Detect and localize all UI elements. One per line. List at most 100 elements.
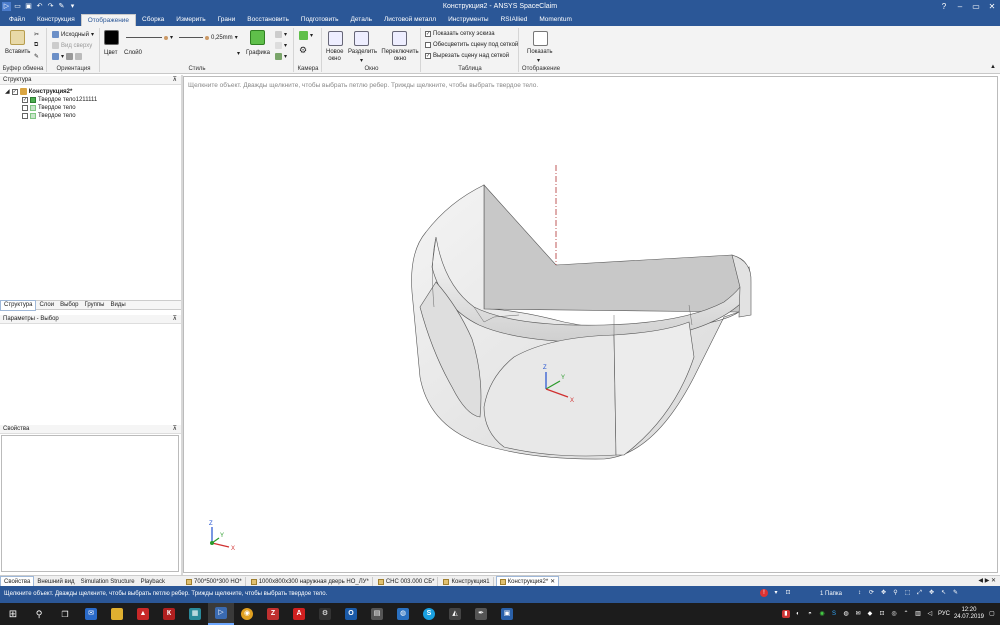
menu-tab[interactable]: Отображение — [80, 14, 137, 26]
color-swatch[interactable] — [104, 30, 119, 45]
filter-icon[interactable]: ⊡ — [784, 589, 792, 597]
taskbar-app[interactable]: ◉ — [234, 603, 260, 625]
switch-window-button[interactable]: Переключить окно — [381, 49, 419, 63]
model-canvas[interactable]: Z Y X Z Y X — [184, 77, 997, 572]
help-icon[interactable]: ? — [936, 0, 952, 13]
tray-icon[interactable]: ⊡ — [878, 610, 886, 618]
style-dropdown[interactable]: ▾ — [237, 50, 240, 57]
graphics-icon[interactable] — [250, 30, 265, 45]
taskbar-app[interactable] — [104, 603, 130, 625]
menu-tab[interactable]: Деталь — [345, 14, 379, 26]
format-painter-icon[interactable]: ✎ — [34, 53, 39, 60]
camera-settings-icon[interactable]: ⚙ — [299, 45, 307, 56]
zoom-icon[interactable] — [66, 53, 74, 60]
model-top-face[interactable] — [483, 184, 748, 313]
graphics-button[interactable]: Графика — [246, 50, 270, 56]
line-style-control[interactable]: ▾ — [126, 34, 173, 41]
switch-window-icon[interactable] — [392, 31, 407, 46]
zoom-extents-icon[interactable]: ⤢ — [915, 589, 924, 598]
chevron-up-icon[interactable]: ⌃ — [902, 610, 910, 618]
open-icon[interactable]: ▭ — [13, 2, 22, 11]
taskbar-app-spaceclaim[interactable]: ▷ — [208, 603, 234, 625]
taskbar-app[interactable]: ▦ — [182, 603, 208, 625]
menu-tab[interactable]: Momentum — [533, 14, 578, 26]
fade-scene-checkbox[interactable]: Обесцветить сцену под сеткой — [425, 42, 518, 48]
split-icon[interactable] — [354, 31, 369, 46]
pencil-icon[interactable]: ✎ — [951, 589, 960, 598]
tree-item[interactable]: ✓ Твердое тело1211111 — [22, 97, 97, 103]
panel-tab[interactable]: Playback — [138, 577, 168, 587]
task-view-button[interactable]: ❐ — [52, 603, 78, 625]
taskbar-app[interactable]: ▤ — [364, 603, 390, 625]
tray-icon[interactable]: ◎ — [890, 610, 898, 618]
collapse-icon[interactable]: ◢ — [5, 88, 10, 95]
tray-icon[interactable]: ◆ — [866, 610, 874, 618]
save-icon[interactable]: ▣ — [24, 2, 33, 11]
taskbar-app[interactable]: S — [416, 603, 442, 625]
close-icon[interactable]: ✕ — [984, 0, 1000, 13]
taskbar-app[interactable]: O — [338, 603, 364, 625]
tree-item[interactable]: Твердое тело — [22, 113, 76, 119]
structure-tab[interactable]: Выбор — [57, 301, 81, 310]
start-button[interactable]: ⊞ — [0, 603, 26, 625]
show-button[interactable]: Показать — [527, 49, 553, 55]
view-cube-icon[interactable] — [52, 53, 59, 60]
skype-tray-icon[interactable]: S — [830, 610, 838, 618]
new-window-button[interactable]: Новое окно — [326, 49, 343, 63]
ribbon-collapse-icon[interactable]: ▲ — [990, 64, 996, 70]
pan-icon[interactable]: ✥ — [879, 589, 888, 598]
display-style-icon[interactable]: ▾ — [275, 31, 287, 38]
taskbar-app[interactable]: Z — [260, 603, 286, 625]
split-button[interactable]: Разделить — [348, 49, 377, 55]
paste-icon[interactable] — [10, 30, 25, 45]
color-button[interactable]: Цвет — [104, 50, 117, 56]
close-tab-icon[interactable]: ✕ — [550, 577, 555, 587]
3d-viewport[interactable]: Щелкните объект. Дважды щелкните, чтобы … — [183, 76, 998, 573]
structure-tab[interactable]: Группы — [82, 301, 108, 310]
qat-dropdown-icon[interactable]: ▾ — [68, 2, 77, 11]
pan-icon[interactable] — [75, 53, 83, 60]
menu-tab[interactable]: Конструкция — [31, 14, 81, 26]
menu-tab[interactable]: Файл — [3, 14, 31, 26]
network-icon[interactable]: ▥ — [914, 610, 922, 618]
pin-icon[interactable]: ✎ — [57, 2, 66, 11]
layer-selector[interactable]: Слой0 — [124, 50, 142, 56]
undo-icon[interactable]: ↶ — [35, 2, 44, 11]
checkbox-icon[interactable]: ✓ — [22, 97, 28, 103]
taskbar-app[interactable]: A — [286, 603, 312, 625]
selection-icon[interactable]: ▾ — [772, 589, 780, 597]
structure-tab[interactable]: Виды — [108, 301, 129, 310]
split-dropdown[interactable]: ▾ — [360, 57, 363, 64]
minimize-icon[interactable]: – — [952, 0, 968, 13]
tray-icon[interactable]: ◓ — [806, 610, 814, 618]
lighting-icon[interactable]: ▾ — [275, 53, 287, 60]
redo-icon[interactable]: ↷ — [46, 2, 55, 11]
tray-icon[interactable]: ◐ — [794, 610, 802, 618]
tray-icon[interactable]: ✉ — [854, 610, 862, 618]
maximize-icon[interactable]: ▭ — [968, 0, 984, 13]
volume-icon[interactable]: ◁ — [926, 610, 934, 618]
menu-tab[interactable]: Листовой металл — [378, 14, 442, 26]
menu-tab[interactable]: Подготовить — [295, 14, 345, 26]
zoom-box-icon[interactable]: ⬚ — [903, 589, 912, 598]
transparency-icon[interactable]: ▾ — [275, 42, 287, 49]
properties-panel[interactable] — [1, 435, 179, 572]
menu-tab[interactable]: RSIAllied — [495, 14, 534, 26]
search-button[interactable]: ⚲ — [26, 603, 52, 625]
zoom-icon[interactable]: ⚲ — [891, 589, 900, 598]
taskbar-app[interactable]: ◭ — [442, 603, 468, 625]
tray-icon[interactable]: ◉ — [818, 610, 826, 618]
fit-icon[interactable]: ✥ — [927, 589, 936, 598]
show-icon[interactable] — [533, 31, 548, 46]
menu-tab[interactable]: Инструменты — [442, 14, 495, 26]
notifications-icon[interactable]: ▢ — [988, 610, 996, 618]
doc-tab-nav[interactable]: ◀ ▶ ✕ — [978, 576, 996, 586]
document-tab[interactable]: 1000x800x300 наружная дверь НО_ЛУ* — [248, 576, 373, 587]
app-menu-icon[interactable]: ▷ — [2, 2, 11, 11]
menu-tab[interactable]: Измерить — [170, 14, 211, 26]
structure-tab[interactable]: Слои — [36, 301, 57, 310]
error-icon[interactable]: ! — [760, 589, 768, 597]
document-tab[interactable]: 700*500*300 НО* — [183, 576, 246, 587]
taskbar-app[interactable]: К — [156, 603, 182, 625]
tray-icon[interactable]: ▮ — [781, 610, 790, 618]
